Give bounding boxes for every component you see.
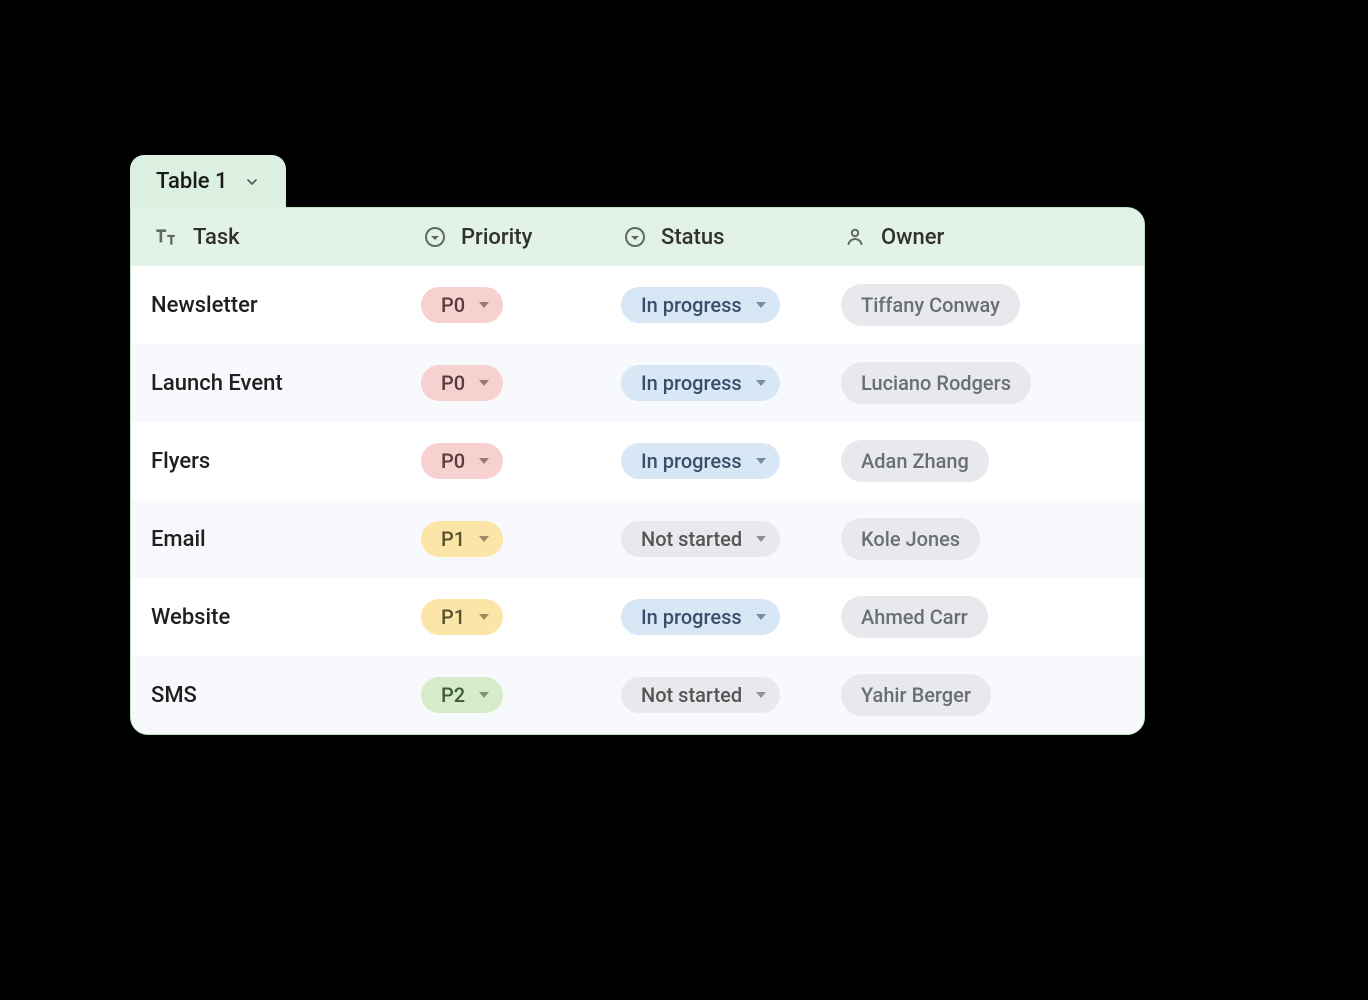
cell-status: In progress (621, 287, 841, 323)
column-header-priority[interactable]: Priority (421, 223, 621, 251)
cell-priority: P2 (421, 677, 621, 713)
status-chip[interactable]: In progress (621, 443, 780, 479)
owner-chip[interactable]: Adan Zhang (841, 440, 989, 482)
dropdown-circle-icon (621, 223, 649, 251)
owner-chip[interactable]: Luciano Rodgers (841, 362, 1031, 404)
owner-chip[interactable]: Tiffany Conway (841, 284, 1020, 326)
table-row: Email P1 Not started Kole Jones (131, 500, 1144, 578)
priority-chip-label: P2 (441, 685, 465, 705)
priority-chip-label: P0 (441, 451, 465, 471)
cell-priority: P0 (421, 443, 621, 479)
owner-chip[interactable]: Ahmed Carr (841, 596, 988, 638)
status-chip[interactable]: Not started (621, 521, 780, 557)
table-card: Task Priority Status Owner New (130, 207, 1145, 735)
priority-chip-label: P0 (441, 295, 465, 315)
table-row: Launch Event P0 In progress Luciano Rodgers (131, 344, 1144, 422)
cell-owner: Yahir Berger (841, 674, 1121, 716)
chevron-down-icon (242, 172, 262, 192)
status-chip[interactable]: In progress (621, 365, 780, 401)
column-header-label: Status (661, 225, 724, 250)
caret-down-icon (479, 380, 489, 386)
cell-task[interactable]: Launch Event (131, 371, 421, 396)
cell-status: Not started (621, 521, 841, 557)
cell-priority: P1 (421, 599, 621, 635)
table-tab-label: Table 1 (156, 169, 228, 194)
status-chip-label: Not started (641, 685, 742, 705)
cell-priority: P0 (421, 365, 621, 401)
column-header-label: Priority (461, 225, 532, 250)
cell-priority: P1 (421, 521, 621, 557)
cell-owner: Adan Zhang (841, 440, 1121, 482)
caret-down-icon (479, 692, 489, 698)
text-type-icon (151, 223, 179, 251)
dropdown-circle-icon (421, 223, 449, 251)
table-tab[interactable]: Table 1 (130, 155, 286, 208)
priority-chip[interactable]: P0 (421, 365, 503, 401)
column-header-task[interactable]: Task (131, 223, 421, 251)
priority-chip-label: P1 (441, 529, 465, 549)
status-chip[interactable]: In progress (621, 287, 780, 323)
caret-down-icon (756, 692, 766, 698)
priority-chip-label: P1 (441, 607, 465, 627)
priority-chip-label: P0 (441, 373, 465, 393)
column-header-label: Owner (881, 225, 944, 250)
caret-down-icon (756, 614, 766, 620)
cell-task[interactable]: Newsletter (131, 293, 421, 318)
cell-status: In progress (621, 365, 841, 401)
cell-owner: Luciano Rodgers (841, 362, 1121, 404)
owner-chip[interactable]: Kole Jones (841, 518, 980, 560)
table-row: Website P1 In progress Ahmed Carr (131, 578, 1144, 656)
status-chip-label: In progress (641, 607, 742, 627)
table-row: SMS P2 Not started Yahir Berger (131, 656, 1144, 734)
caret-down-icon (756, 458, 766, 464)
caret-down-icon (756, 380, 766, 386)
caret-down-icon (479, 536, 489, 542)
status-chip-label: In progress (641, 373, 742, 393)
cell-status: In progress (621, 599, 841, 635)
cell-priority: P0 (421, 287, 621, 323)
status-chip-label: In progress (641, 295, 742, 315)
cell-owner: Tiffany Conway (841, 284, 1121, 326)
caret-down-icon (479, 302, 489, 308)
caret-down-icon (479, 614, 489, 620)
status-chip[interactable]: In progress (621, 599, 780, 635)
table-header-row: Task Priority Status Owner (131, 208, 1144, 266)
status-chip-label: Not started (641, 529, 742, 549)
status-chip[interactable]: Not started (621, 677, 780, 713)
priority-chip[interactable]: P2 (421, 677, 503, 713)
caret-down-icon (756, 536, 766, 542)
table-row: Flyers P0 In progress Adan Zhang (131, 422, 1144, 500)
column-header-label: Task (193, 225, 240, 250)
cell-task[interactable]: Email (131, 527, 421, 552)
cell-owner: Kole Jones (841, 518, 1121, 560)
caret-down-icon (479, 458, 489, 464)
priority-chip[interactable]: P0 (421, 287, 503, 323)
column-header-owner[interactable]: Owner (841, 223, 1121, 251)
cell-owner: Ahmed Carr (841, 596, 1121, 638)
cell-status: In progress (621, 443, 841, 479)
priority-chip[interactable]: P1 (421, 599, 503, 635)
table-row: Newsletter P0 In progress Tiffany Conway (131, 266, 1144, 344)
person-icon (841, 223, 869, 251)
cell-status: Not started (621, 677, 841, 713)
priority-chip[interactable]: P0 (421, 443, 503, 479)
caret-down-icon (756, 302, 766, 308)
status-chip-label: In progress (641, 451, 742, 471)
priority-chip[interactable]: P1 (421, 521, 503, 557)
owner-chip[interactable]: Yahir Berger (841, 674, 991, 716)
column-header-status[interactable]: Status (621, 223, 841, 251)
cell-task[interactable]: SMS (131, 683, 421, 708)
cell-task[interactable]: Website (131, 605, 421, 630)
cell-task[interactable]: Flyers (131, 449, 421, 474)
